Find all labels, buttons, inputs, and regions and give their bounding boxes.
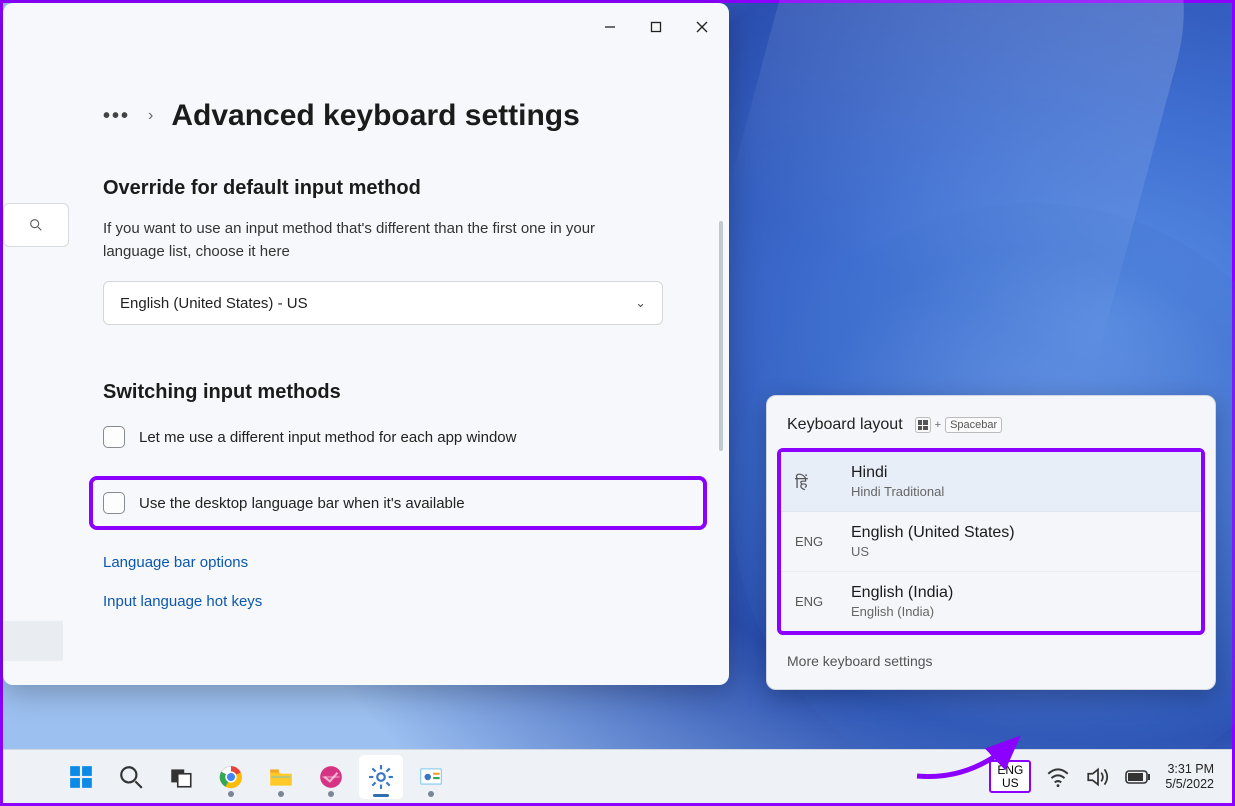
language-item-1[interactable]: ENG English (United States) US <box>781 512 1201 572</box>
lang-name: English (India) <box>851 584 953 602</box>
breadcrumb: ••• › Advanced keyboard settings <box>103 99 693 133</box>
windows-key-icon <box>915 417 931 433</box>
dropdown-value: English (United States) - US <box>120 295 308 312</box>
annotation-arrow <box>912 731 1032 791</box>
checkbox-language-bar-label: Use the desktop language bar when it's a… <box>139 495 465 512</box>
checkbox-row-per-app[interactable]: Let me use a different input method for … <box>103 422 693 452</box>
link-language-bar-options[interactable]: Language bar options <box>103 554 693 571</box>
chevron-down-icon: ⌄ <box>635 295 646 311</box>
wifi-icon[interactable] <box>1045 764 1071 790</box>
shortcut-hint: + Spacebar <box>915 417 1003 433</box>
checkbox-language-bar[interactable] <box>103 492 125 514</box>
minimize-button[interactable] <box>587 11 633 43</box>
taskbar-search[interactable] <box>109 755 153 799</box>
lang-code: ENG <box>795 594 833 609</box>
start-button[interactable] <box>59 755 103 799</box>
taskbar-app-chrome[interactable] <box>209 755 253 799</box>
checkbox-row-language-bar[interactable]: Use the desktop language bar when it's a… <box>103 488 693 518</box>
titlebar <box>3 3 729 51</box>
language-list: हिं Hindi Hindi Traditional ENG English (Uni… <box>777 448 1205 635</box>
input-method-dropdown[interactable]: English (United States) - US ⌄ <box>103 281 663 325</box>
sidebar-selected-bg <box>3 621 63 661</box>
taskbar-app-generic[interactable] <box>309 755 353 799</box>
battery-icon[interactable] <box>1125 764 1151 790</box>
link-input-hotkeys[interactable]: Input language hot keys <box>103 593 693 610</box>
keyboard-layout-flyout: Keyboard layout + Spacebar हिं Hindi Hindi… <box>766 395 1216 690</box>
spacebar-key: Spacebar <box>945 417 1002 433</box>
lang-name: English (United States) <box>851 524 1015 542</box>
page-title: Advanced keyboard settings <box>171 99 579 133</box>
sidebar-search[interactable] <box>3 203 69 247</box>
maximize-button[interactable] <box>633 11 679 43</box>
taskbar-app-control-panel[interactable] <box>409 755 453 799</box>
search-icon <box>28 217 44 233</box>
language-item-0[interactable]: हिं Hindi Hindi Traditional <box>781 452 1201 512</box>
more-keyboard-settings-link[interactable]: More keyboard settings <box>767 635 1215 669</box>
breadcrumb-more-icon[interactable]: ••• <box>103 105 130 128</box>
section-switching-title: Switching input methods <box>103 381 693 404</box>
lang-sub: English (India) <box>851 604 953 619</box>
taskbar: ENG US 3:31 PM 5/5/2022 <box>3 749 1232 803</box>
system-clock[interactable]: 3:31 PM 5/5/2022 <box>1165 762 1214 792</box>
lang-name: Hindi <box>851 464 944 482</box>
chevron-right-icon: › <box>148 107 153 125</box>
taskbar-app-settings[interactable] <box>359 755 403 799</box>
section-override-title: Override for default input method <box>103 177 693 200</box>
language-item-2[interactable]: ENG English (India) English (India) <box>781 572 1201 631</box>
volume-icon[interactable] <box>1085 764 1111 790</box>
annotation-highlight: Use the desktop language bar when it's a… <box>89 476 707 530</box>
close-button[interactable] <box>679 11 725 43</box>
clock-date: 5/5/2022 <box>1165 777 1214 792</box>
taskbar-app-explorer[interactable] <box>259 755 303 799</box>
flyout-title: Keyboard layout <box>787 416 903 434</box>
lang-code: ENG <box>795 534 833 549</box>
lang-sub: Hindi Traditional <box>851 484 944 499</box>
lang-code: हिं <box>795 471 833 493</box>
clock-time: 3:31 PM <box>1165 762 1214 777</box>
section-override-desc: If you want to use an input method that'… <box>103 218 643 263</box>
task-view[interactable] <box>159 755 203 799</box>
checkbox-per-app[interactable] <box>103 426 125 448</box>
scrollbar[interactable] <box>719 221 723 451</box>
checkbox-per-app-label: Let me use a different input method for … <box>139 429 516 446</box>
settings-window: ••• › Advanced keyboard settings Overrid… <box>3 3 729 685</box>
lang-sub: US <box>851 544 1015 559</box>
